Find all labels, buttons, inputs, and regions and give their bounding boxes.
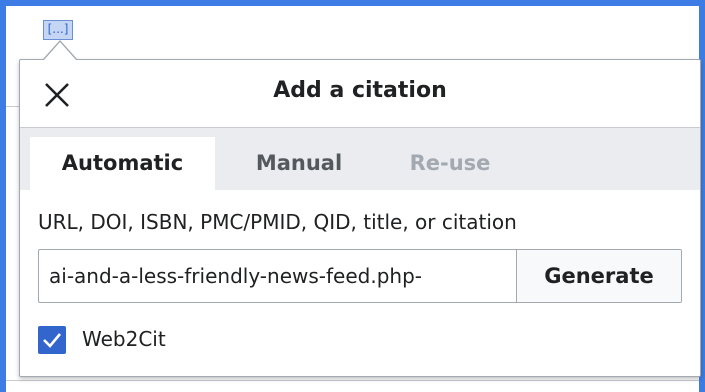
source-input-group: Generate [38,249,682,303]
web2cit-checkbox[interactable] [38,326,66,354]
page-divider-bottom [6,380,699,381]
dialog-header: Add a citation [20,60,700,128]
window-frame-left [0,0,6,392]
tab-manual[interactable]: Manual [235,137,363,190]
citation-marker[interactable]: [...] [43,20,73,40]
popup-pointer-fill [44,42,76,60]
check-icon [43,333,61,348]
source-input[interactable] [39,250,517,302]
source-field-label: URL, DOI, ISBN, PMC/PMID, QID, title, or… [38,210,517,234]
window-frame-top [0,0,705,6]
tab-reuse: Re-use [409,151,491,175]
web2cit-label[interactable]: Web2Cit [82,327,166,351]
add-citation-dialog: Add a citation Automatic Manual Re-use U… [19,59,701,377]
generate-button[interactable]: Generate [516,250,681,302]
tab-bar: Automatic Manual Re-use [20,128,700,190]
dialog-title: Add a citation [273,78,447,103]
tab-automatic[interactable]: Automatic [30,137,215,190]
